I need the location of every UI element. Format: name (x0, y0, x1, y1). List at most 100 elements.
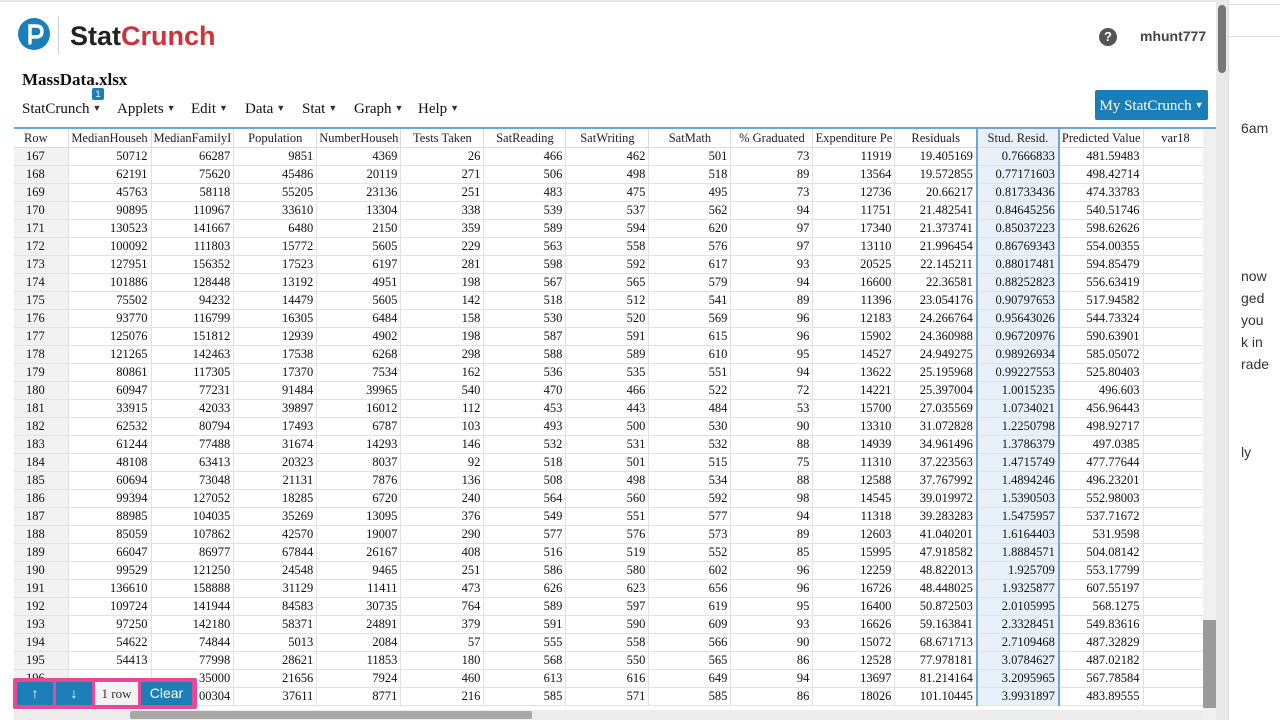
table-cell[interactable]: 0.88252823 (975, 273, 1060, 292)
table-cell[interactable]: 590 (565, 615, 650, 634)
table-cell[interactable]: 4369 (316, 147, 402, 166)
table-cell[interactable]: 520 (565, 309, 650, 328)
table-cell[interactable]: 15995 (812, 543, 896, 562)
table-cell[interactable]: 42033 (151, 399, 235, 418)
table-cell[interactable]: 539 (483, 201, 567, 220)
table-cell[interactable]: 607.55197 (1058, 579, 1144, 598)
table-cell[interactable]: 498 (565, 165, 650, 184)
table-cell[interactable]: 1.9325877 (975, 579, 1060, 598)
table-cell[interactable]: 151812 (151, 327, 235, 346)
row-number[interactable]: 174 (14, 273, 69, 292)
table-cell[interactable]: 90 (730, 633, 814, 652)
table-cell[interactable]: 96 (730, 561, 814, 580)
table-cell[interactable]: 6268 (316, 345, 402, 364)
table-cell[interactable]: 14545 (812, 489, 896, 508)
table-cell[interactable]: 564 (483, 489, 567, 508)
menu-graph[interactable]: Graph ▼ (354, 101, 403, 118)
table-cell[interactable]: 62532 (68, 417, 152, 436)
table-cell[interactable]: 42570 (233, 525, 318, 544)
table-cell[interactable]: 9851 (233, 147, 318, 166)
table-cell[interactable]: 158888 (151, 579, 235, 598)
table-cell[interactable]: 91484 (233, 381, 318, 400)
table-cell[interactable]: 531 (565, 435, 650, 454)
table-cell[interactable]: 271 (400, 165, 485, 184)
table-cell[interactable]: 16726 (812, 579, 896, 598)
table-cell[interactable]: 487.02182 (1058, 651, 1144, 670)
table-cell[interactable] (1143, 255, 1209, 274)
table-cell[interactable]: 60694 (68, 471, 152, 490)
table-cell[interactable]: 240 (400, 489, 485, 508)
table-cell[interactable]: 15772 (233, 237, 318, 256)
table-cell[interactable]: 85059 (68, 525, 152, 544)
table-cell[interactable]: 5605 (316, 237, 402, 256)
table-cell[interactable]: 180 (400, 651, 485, 670)
table-cell[interactable]: 0.77171603 (975, 165, 1060, 184)
table-cell[interactable]: 552.98003 (1058, 489, 1144, 508)
table-cell[interactable]: 498.92717 (1058, 417, 1144, 436)
table-cell[interactable]: 1.3786379 (975, 435, 1060, 454)
table-cell[interactable]: 587 (483, 327, 567, 346)
table-cell[interactable]: 33915 (68, 399, 152, 418)
table-cell[interactable]: 97 (730, 237, 814, 256)
table-cell[interactable]: 616 (565, 669, 650, 688)
table-cell[interactable]: 443 (565, 399, 650, 418)
table-cell[interactable]: 620 (648, 219, 732, 238)
column-header[interactable]: MedianHouseh (68, 129, 152, 148)
table-cell[interactable]: 0.98926934 (975, 345, 1060, 364)
table-cell[interactable]: 97 (730, 219, 814, 238)
table-cell[interactable]: 20119 (316, 165, 402, 184)
table-cell[interactable]: 24.360988 (894, 327, 978, 346)
table-cell[interactable]: 48.448025 (894, 579, 978, 598)
table-cell[interactable]: 53 (730, 399, 814, 418)
table-cell[interactable]: 21656 (233, 669, 318, 688)
table-cell[interactable]: 6480 (233, 219, 318, 238)
table-cell[interactable]: 9465 (316, 561, 402, 580)
table-cell[interactable]: 89 (730, 525, 814, 544)
row-number[interactable]: 167 (14, 147, 69, 166)
table-cell[interactable]: 15072 (812, 633, 896, 652)
row-number[interactable]: 179 (14, 363, 69, 382)
table-cell[interactable]: 408 (400, 543, 485, 562)
table-cell[interactable]: 656 (648, 579, 732, 598)
row-number[interactable]: 171 (14, 219, 69, 238)
table-cell[interactable]: 517.94582 (1058, 291, 1144, 310)
table-cell[interactable]: 1.5475957 (975, 507, 1060, 526)
table-cell[interactable]: 0.7666833 (975, 147, 1060, 166)
table-cell[interactable]: 558 (565, 237, 650, 256)
table-cell[interactable] (1143, 579, 1209, 598)
table-cell[interactable]: 98 (730, 489, 814, 508)
table-cell[interactable]: 104035 (151, 507, 235, 526)
table-cell[interactable]: 3.0784627 (975, 651, 1060, 670)
table-cell[interactable]: 20.66217 (894, 183, 978, 202)
table-cell[interactable]: 579 (648, 273, 732, 292)
table-cell[interactable]: 37.767992 (894, 471, 978, 490)
table-cell[interactable]: 483.89555 (1058, 687, 1144, 706)
table-cell[interactable]: 24.266764 (894, 309, 978, 328)
column-header[interactable]: Stud. Resid. (975, 129, 1060, 148)
table-cell[interactable]: 498 (565, 471, 650, 490)
table-cell[interactable] (1143, 669, 1209, 688)
table-cell[interactable]: 1.925709 (975, 561, 1060, 580)
table-cell[interactable]: 1.4894246 (975, 471, 1060, 490)
table-cell[interactable]: 45486 (233, 165, 318, 184)
table-cell[interactable]: 18026 (812, 687, 896, 706)
table-cell[interactable]: 619 (648, 597, 732, 616)
table-cell[interactable]: 558 (565, 633, 650, 652)
table-cell[interactable]: 588 (483, 345, 567, 364)
table-cell[interactable]: 11853 (316, 651, 402, 670)
table-cell[interactable]: 111803 (151, 237, 235, 256)
table-cell[interactable]: 1.0015235 (975, 381, 1060, 400)
table-cell[interactable]: 12528 (812, 651, 896, 670)
column-header[interactable]: NumberHouseh (316, 129, 402, 148)
table-cell[interactable]: 94 (730, 273, 814, 292)
table-cell[interactable]: 13192 (233, 273, 318, 292)
table-cell[interactable]: 88985 (68, 507, 152, 526)
table-cell[interactable]: 12588 (812, 471, 896, 490)
table-cell[interactable]: 359 (400, 219, 485, 238)
table-cell[interactable]: 549.83616 (1058, 615, 1144, 634)
table-cell[interactable]: 1.6164403 (975, 525, 1060, 544)
table-cell[interactable]: 81.214164 (894, 669, 978, 688)
table-cell[interactable]: 117305 (151, 363, 235, 382)
table-cell[interactable]: 0.90797653 (975, 291, 1060, 310)
table-cell[interactable]: 77.978181 (894, 651, 978, 670)
